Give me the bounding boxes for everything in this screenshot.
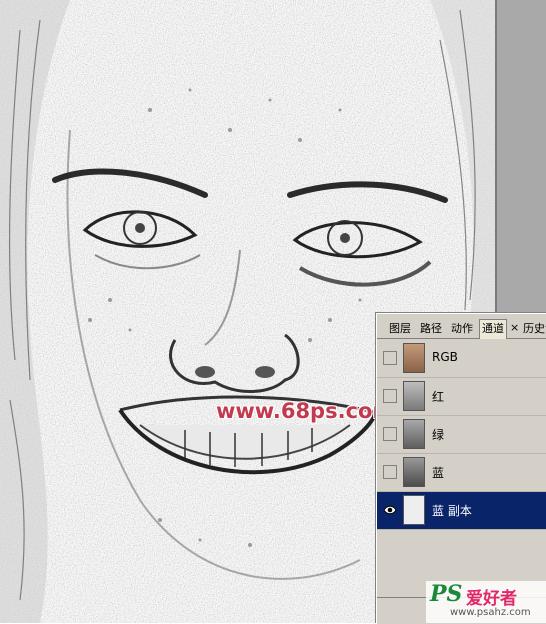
channel-row-rgb[interactable]: RGB (377, 340, 546, 378)
logo-url: www.psahz.com (450, 607, 531, 618)
tab-history[interactable]: 历史记录 (521, 320, 546, 337)
channel-thumbnail (403, 419, 425, 449)
channel-label: 绿 (432, 428, 445, 442)
logo-ps: PS (430, 581, 463, 607)
visibility-toggle[interactable] (383, 465, 397, 479)
channel-row-blue[interactable]: 蓝 (377, 454, 546, 492)
channel-thumbnail (403, 381, 425, 411)
visibility-toggle[interactable] (383, 389, 397, 403)
channels-panel: 图层 路径 动作 通道 × 历史记录 RGB 红 绿 蓝 (376, 313, 546, 624)
site-logo: PS 爱好者 www.psahz.com (426, 581, 546, 623)
logo-cn: 爱好者 (466, 589, 517, 609)
channel-list: RGB 红 绿 蓝 蓝 副本 (377, 340, 546, 530)
channel-label: RGB (432, 350, 458, 364)
visibility-toggle[interactable] (383, 351, 397, 365)
tab-actions[interactable]: 动作 (449, 320, 475, 337)
channel-label: 蓝 副本 (432, 504, 472, 518)
tab-channels[interactable]: 通道 (479, 319, 507, 339)
channel-row-red[interactable]: 红 (377, 378, 546, 416)
watermark-text: www.68ps.com (216, 399, 395, 423)
eye-icon[interactable] (383, 503, 397, 517)
close-icon[interactable]: × (510, 321, 519, 334)
visibility-toggle[interactable] (383, 427, 397, 441)
channel-row-green[interactable]: 绿 (377, 416, 546, 454)
channel-thumbnail (403, 457, 425, 487)
channel-row-blue-copy[interactable]: 蓝 副本 (377, 492, 546, 530)
channel-thumbnail (403, 495, 425, 525)
channel-thumbnail (403, 343, 425, 373)
panel-tabs: 图层 路径 动作 通道 × 历史记录 (377, 318, 546, 339)
tab-layers[interactable]: 图层 (387, 320, 413, 337)
tab-paths[interactable]: 路径 (418, 320, 444, 337)
channel-label: 红 (432, 390, 445, 404)
channel-label: 蓝 (432, 466, 445, 480)
